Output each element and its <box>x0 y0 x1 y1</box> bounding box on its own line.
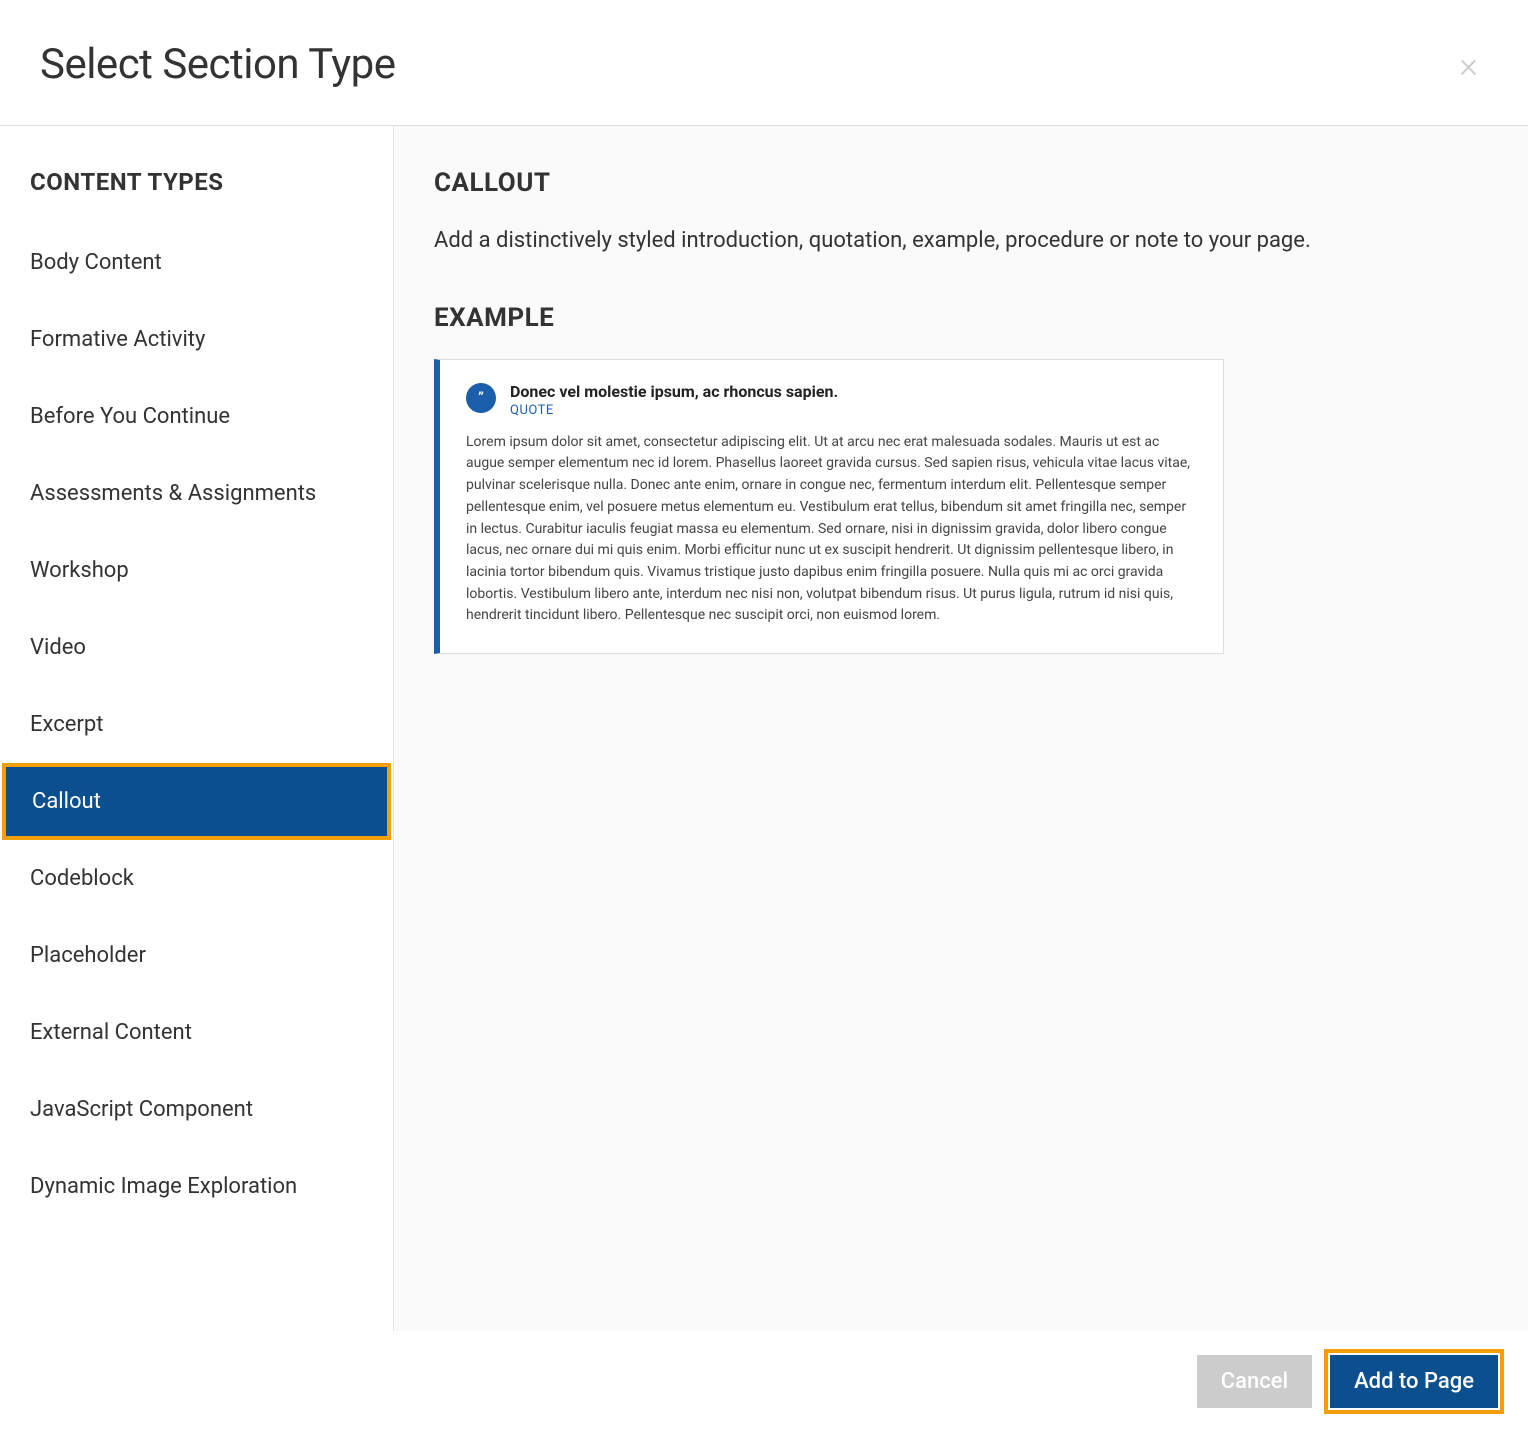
sidebar-item-label: JavaScript Component <box>30 1097 253 1122</box>
modal-title: Select Section Type <box>40 40 396 89</box>
sidebar-item-label: Assessments & Assignments <box>30 481 316 506</box>
content-panel: CALLOUT Add a distinctively styled intro… <box>394 126 1528 1331</box>
sidebar-item-label: Video <box>30 635 86 660</box>
content-types-sidebar: CONTENT TYPES Body Content Formative Act… <box>0 126 394 1331</box>
example-title-block: Donec vel molestie ipsum, ac rhoncus sap… <box>510 382 838 418</box>
sidebar-item-codeblock[interactable]: Codeblock <box>0 840 393 917</box>
sidebar-list: Body Content Formative Activity Before Y… <box>0 224 393 1225</box>
sidebar-heading: CONTENT TYPES <box>0 126 393 224</box>
example-card: ” Donec vel molestie ipsum, ac rhoncus s… <box>434 359 1224 654</box>
sidebar-item-placeholder[interactable]: Placeholder <box>0 917 393 994</box>
sidebar-item-label: Before You Continue <box>30 404 230 429</box>
sidebar-item-label: Dynamic Image Exploration <box>30 1174 297 1199</box>
example-heading: EXAMPLE <box>434 303 1488 333</box>
example-tag: QUOTE <box>510 403 838 418</box>
sidebar-item-assessments-assignments[interactable]: Assessments & Assignments <box>0 455 393 532</box>
sidebar-item-label: Formative Activity <box>30 327 205 352</box>
example-header-row: ” Donec vel molestie ipsum, ac rhoncus s… <box>466 382 1197 418</box>
sidebar-item-label: Placeholder <box>30 943 146 968</box>
content-description: Add a distinctively styled introduction,… <box>434 226 1488 257</box>
sidebar-item-body-content[interactable]: Body Content <box>0 224 393 301</box>
sidebar-item-javascript-component[interactable]: JavaScript Component <box>0 1071 393 1148</box>
close-icon[interactable]: × <box>1449 47 1488 83</box>
content-heading: CALLOUT <box>434 168 1488 198</box>
sidebar-item-label: Codeblock <box>30 866 134 891</box>
sidebar-item-workshop[interactable]: Workshop <box>0 532 393 609</box>
sidebar-item-dynamic-image-exploration[interactable]: Dynamic Image Exploration <box>0 1148 393 1225</box>
modal-body: CONTENT TYPES Body Content Formative Act… <box>0 126 1528 1331</box>
cancel-button[interactable]: Cancel <box>1197 1355 1312 1408</box>
sidebar-item-label: Body Content <box>30 250 162 275</box>
example-body: Lorem ipsum dolor sit amet, consectetur … <box>466 432 1197 627</box>
add-to-page-button[interactable]: Add to Page <box>1330 1355 1498 1408</box>
modal-footer: Cancel Add to Page <box>0 1331 1528 1438</box>
example-title: Donec vel molestie ipsum, ac rhoncus sap… <box>510 382 838 401</box>
highlight-frame: Add to Page <box>1324 1349 1504 1414</box>
sidebar-item-excerpt[interactable]: Excerpt <box>0 686 393 763</box>
sidebar-item-label: Callout <box>32 789 101 814</box>
sidebar-item-callout[interactable]: Callout <box>6 767 387 836</box>
sidebar-item-formative-activity[interactable]: Formative Activity <box>0 301 393 378</box>
sidebar-item-video[interactable]: Video <box>0 609 393 686</box>
sidebar-item-label: External Content <box>30 1020 192 1045</box>
sidebar-item-before-you-continue[interactable]: Before You Continue <box>0 378 393 455</box>
highlight-frame: Callout <box>2 763 391 840</box>
sidebar-item-label: Workshop <box>30 558 129 583</box>
modal-header: Select Section Type × <box>0 0 1528 126</box>
sidebar-item-external-content[interactable]: External Content <box>0 994 393 1071</box>
quote-icon: ” <box>466 383 496 413</box>
sidebar-item-label: Excerpt <box>30 712 103 737</box>
select-section-type-modal: Select Section Type × CONTENT TYPES Body… <box>0 0 1528 1438</box>
